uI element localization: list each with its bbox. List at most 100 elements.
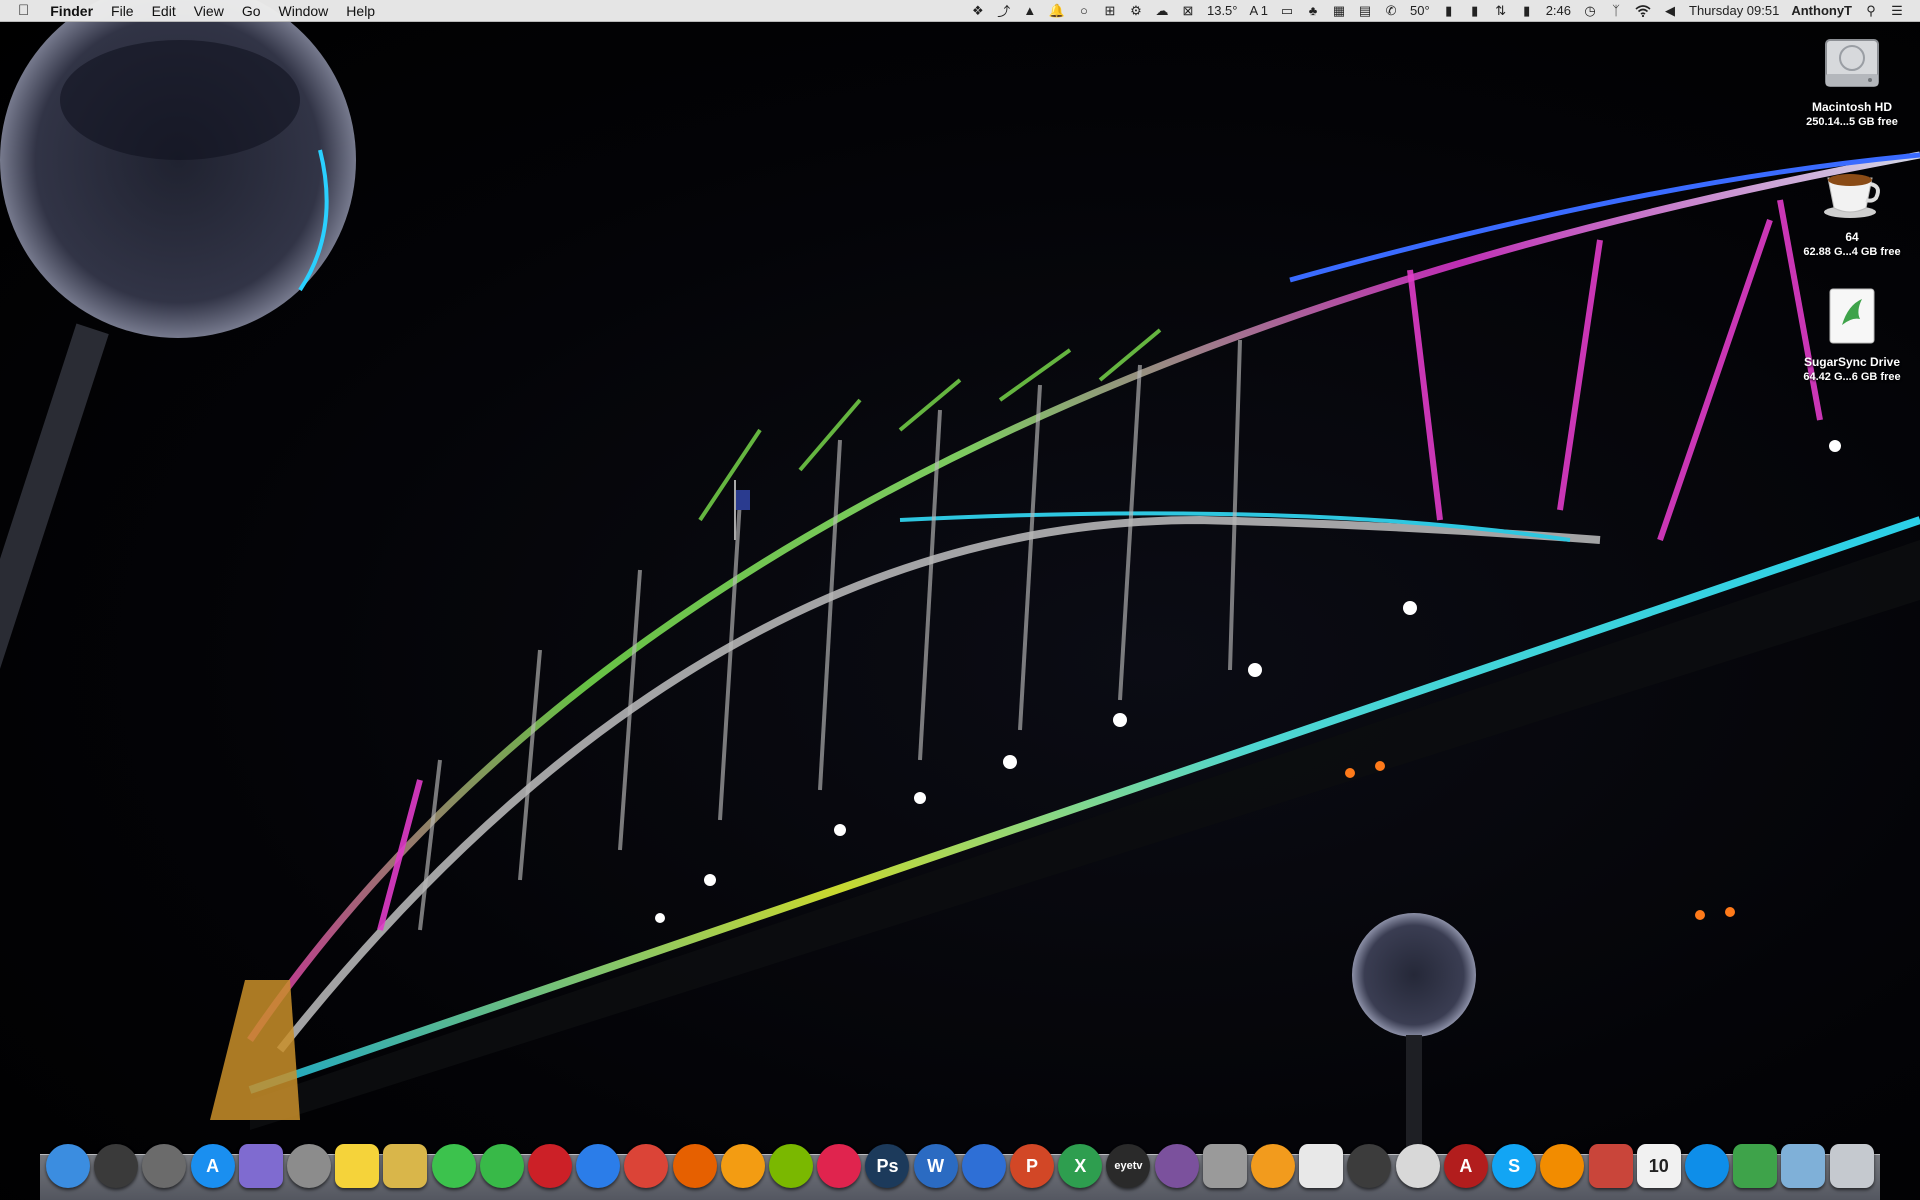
photo-booth-icon[interactable] xyxy=(528,1144,573,1188)
memory-graph-icon[interactable]: ▮ xyxy=(1462,0,1488,22)
notes-icon[interactable] xyxy=(335,1144,380,1188)
dashboard-icon[interactable] xyxy=(94,1144,139,1188)
apple-menu-icon[interactable]:  xyxy=(0,0,41,22)
desktop-icon-detail: 250.14...5 GB free xyxy=(1806,116,1898,128)
menu-go[interactable]: Go xyxy=(233,0,270,22)
desktop-icon-64[interactable]: 64 62.88 G...4 GB free xyxy=(1792,160,1912,258)
firefox-icon[interactable] xyxy=(672,1144,717,1188)
grid-icon[interactable]: ▦ xyxy=(1326,0,1352,22)
menu-help[interactable]: Help xyxy=(337,0,384,22)
menu-view[interactable]: View xyxy=(185,0,233,22)
skype-icon[interactable]: S xyxy=(1492,1144,1537,1188)
dock-icon-label: eyetv xyxy=(1114,1160,1143,1172)
spotify-icon[interactable] xyxy=(769,1144,814,1188)
eyetv-icon[interactable]: eyetv xyxy=(1106,1144,1151,1188)
itunes-icon[interactable] xyxy=(817,1144,862,1188)
safari-icon[interactable] xyxy=(576,1144,621,1188)
dock-icon-label: X xyxy=(1074,1155,1087,1176)
cpu-temperature[interactable]: 50° xyxy=(1404,0,1436,22)
steam-icon[interactable] xyxy=(1347,1144,1392,1188)
photoshop-icon[interactable]: Ps xyxy=(865,1144,910,1188)
script-editor-icon[interactable] xyxy=(1299,1144,1344,1188)
app-store-icon[interactable]: A xyxy=(190,1144,235,1188)
gear-icon[interactable]: ⚙ xyxy=(1123,0,1149,22)
bluetooth-icon[interactable] xyxy=(961,1144,1006,1188)
bluetooth-icon[interactable]: ᛉ xyxy=(1603,0,1629,22)
notification-bell-icon[interactable]: 🔔 xyxy=(1043,0,1071,22)
desktop-icon-label: Macintosh HD xyxy=(1811,100,1892,114)
desktop-icon-sugarsync-drive[interactable]: SugarSync Drive 64.42 G...6 GB free xyxy=(1792,285,1912,383)
screen-icon[interactable]: ▤ xyxy=(1352,0,1378,22)
dock-icons: A Ps W P Xeyetv A S 10 xyxy=(40,1144,1880,1192)
launchpad-icon[interactable] xyxy=(142,1144,187,1188)
calendar-icon[interactable]: 10 xyxy=(1636,1144,1681,1188)
downloads-folder-icon[interactable] xyxy=(1781,1144,1826,1188)
messages-icon[interactable] xyxy=(431,1144,476,1188)
desktop:  Finder File Edit View Go Window Help ❖… xyxy=(0,0,1920,1200)
folder-app-icon[interactable] xyxy=(238,1144,283,1188)
contacts-icon[interactable] xyxy=(287,1144,332,1188)
word-icon[interactable]: W xyxy=(913,1144,958,1188)
desktop-icon-label: SugarSync Drive xyxy=(1803,355,1901,369)
dock-icon-label: 10 xyxy=(1648,1155,1669,1176)
dock-icon-label: S xyxy=(1508,1155,1521,1176)
plus-box-icon[interactable]: ⊞ xyxy=(1097,0,1123,22)
clock[interactable]: Thursday 09:51 xyxy=(1683,0,1785,22)
font-counter[interactable]: A 1 xyxy=(1244,0,1275,22)
dock-icon-label: Ps xyxy=(876,1155,899,1176)
dropbox-icon[interactable]: ❖ xyxy=(965,0,991,22)
menu-window[interactable]: Window xyxy=(270,0,338,22)
evernote-icon[interactable]: ♣ xyxy=(1300,0,1326,22)
google-drive-icon[interactable]: ▲ xyxy=(1017,0,1043,22)
desktop-icon-macintosh-hd[interactable]: Macintosh HD 250.14...5 GB free xyxy=(1792,30,1912,128)
teamviewer-icon[interactable] xyxy=(1684,1144,1729,1188)
app-menu-finder[interactable]: Finder xyxy=(41,0,102,22)
dock: A Ps W P Xeyetv A S 10 xyxy=(40,1134,1880,1200)
desktop-icon-detail: 64.42 G...6 GB free xyxy=(1803,371,1901,383)
sugarsync-dock-icon[interactable] xyxy=(1733,1144,1778,1188)
desktop-icon-label: 64 xyxy=(1845,230,1859,244)
hummingbird-icon[interactable]: ⤴ xyxy=(991,0,1017,22)
battery-time[interactable]: 2:46 xyxy=(1540,0,1577,22)
trash-icon[interactable] xyxy=(1829,1144,1874,1188)
menu-file[interactable]: File xyxy=(102,0,143,22)
wifi-icon[interactable] xyxy=(1629,0,1657,22)
wallpaper-harbour-bridge xyxy=(0,0,1920,1155)
user-menu[interactable]: AnthonyT xyxy=(1785,0,1858,22)
menu-edit[interactable]: Edit xyxy=(143,0,185,22)
finder-icon[interactable] xyxy=(46,1144,90,1188)
airplay-icon[interactable]: ▭ xyxy=(1274,0,1300,22)
hard-drive-icon xyxy=(1820,30,1884,94)
parallels-icon[interactable] xyxy=(1588,1144,1633,1188)
iphoto-icon[interactable] xyxy=(1202,1144,1247,1188)
powerpoint-icon[interactable]: P xyxy=(1010,1144,1055,1188)
spotlight-search-icon[interactable]: ⚲ xyxy=(1858,0,1884,22)
time-machine-icon[interactable]: ◷ xyxy=(1577,0,1603,22)
sugarsync-icon xyxy=(1820,285,1884,349)
chrome-icon[interactable] xyxy=(624,1144,669,1188)
excel-icon[interactable]: X xyxy=(1058,1144,1103,1188)
acrobat-icon[interactable]: A xyxy=(1443,1144,1488,1188)
viber-status-icon[interactable]: ✆ xyxy=(1378,0,1404,22)
desktop-icon-detail: 62.88 G...4 GB free xyxy=(1803,246,1901,258)
dock-icon-label: A xyxy=(206,1155,220,1176)
facetime-icon[interactable] xyxy=(479,1144,524,1188)
vlc-icon[interactable] xyxy=(1540,1144,1585,1188)
volume-icon[interactable]: ◀ xyxy=(1657,0,1683,22)
temperature-readout[interactable]: 13.5° xyxy=(1201,0,1244,22)
battery-icon[interactable]: ▮ xyxy=(1514,0,1540,22)
network-graph-icon[interactable]: ⇅ xyxy=(1488,0,1514,22)
cloud-icon[interactable]: ☁ xyxy=(1149,0,1175,22)
preview-icon[interactable] xyxy=(383,1144,428,1188)
coffee-cup-icon xyxy=(1820,160,1884,224)
viber-icon[interactable] xyxy=(1154,1144,1199,1188)
ibooks-icon[interactable] xyxy=(720,1144,765,1188)
sync-box-icon[interactable]: ⊠ xyxy=(1175,0,1201,22)
pages-icon[interactable] xyxy=(1251,1144,1296,1188)
notification-center-icon[interactable]: ☰ xyxy=(1884,0,1910,22)
circle-status-icon[interactable]: ○ xyxy=(1071,0,1097,22)
menu-bar:  Finder File Edit View Go Window Help ❖… xyxy=(0,0,1920,22)
font-counter-icon: A xyxy=(1249,3,1261,18)
system-monitor-icon[interactable] xyxy=(1395,1144,1440,1188)
cpu-graph-icon[interactable]: ▮ xyxy=(1436,0,1462,22)
